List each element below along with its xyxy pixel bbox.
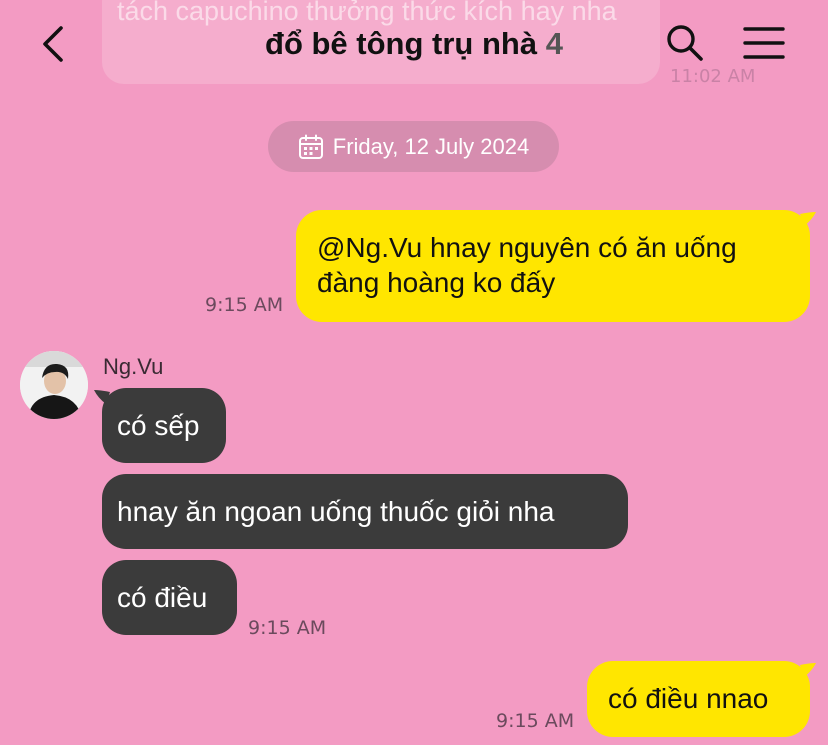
search-icon — [667, 25, 703, 61]
message-time: 9:15 AM — [205, 294, 284, 316]
incoming-message-bubble[interactable]: có sếp — [102, 388, 226, 463]
calendar-icon — [298, 134, 323, 159]
menu-button[interactable] — [742, 24, 786, 62]
message-text: @Ng.Vu hnay nguyên có ăn uống đàng hoàng… — [317, 232, 737, 298]
hamburger-menu-icon — [743, 27, 785, 59]
sender-name: Ng.Vu — [103, 354, 164, 379]
member-count: 4 — [545, 26, 563, 61]
message-text: hnay ăn ngoan uống thuốc giỏi nha — [117, 496, 555, 527]
message-text: có điều — [117, 582, 208, 613]
bubble-tail — [800, 663, 816, 677]
chat-name: đổ bê tông trụ nhà — [265, 26, 538, 61]
avatar-photo — [20, 351, 88, 419]
bubble-tail — [94, 390, 110, 404]
date-label: Friday, 12 July 2024 — [332, 133, 530, 159]
outgoing-message-bubble[interactable]: @Ng.Vu hnay nguyên có ăn uống đàng hoàng… — [296, 210, 810, 322]
date-divider: Friday, 12 July 2024 — [268, 121, 559, 172]
previous-message-time: 11:02 AM — [670, 66, 756, 87]
message-text: có điều nnao — [608, 683, 769, 714]
message-time: 9:15 AM — [496, 710, 575, 732]
avatar[interactable] — [20, 351, 88, 419]
message-text: có sếp — [117, 410, 200, 441]
incoming-message-bubble[interactable]: có điều — [102, 560, 237, 635]
previous-message-text: tách capuchino thưởng thức kích hay nha — [117, 0, 617, 26]
bubble-tail — [800, 212, 816, 226]
outgoing-message-bubble[interactable]: có điều nnao — [587, 661, 810, 737]
incoming-message-bubble[interactable]: hnay ăn ngoan uống thuốc giỏi nha — [102, 474, 628, 549]
message-time: 9:15 AM — [248, 617, 327, 639]
search-button[interactable] — [664, 22, 706, 64]
